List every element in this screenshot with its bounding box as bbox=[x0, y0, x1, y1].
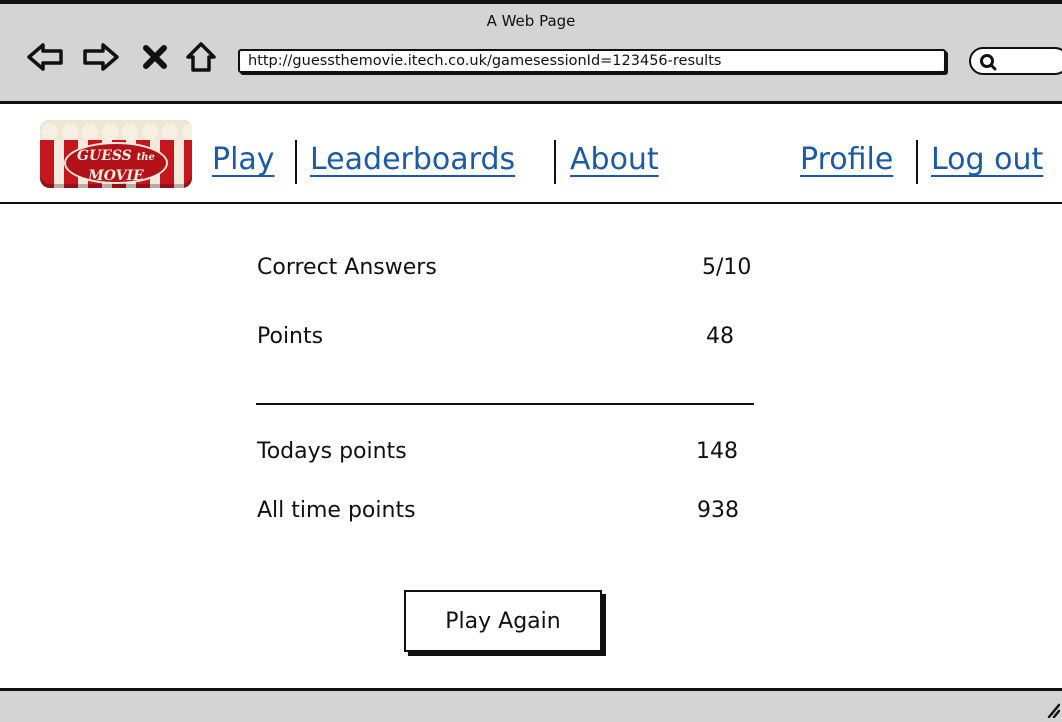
logo-text-movie: MOVIE bbox=[88, 168, 144, 184]
window-title: A Web Page bbox=[486, 12, 576, 30]
todays-points-value: 148 bbox=[696, 439, 738, 464]
all-time-points-value: 938 bbox=[697, 498, 739, 523]
browser-search-field[interactable] bbox=[969, 47, 1062, 75]
nav-separator bbox=[295, 140, 297, 184]
nav-separator bbox=[554, 140, 556, 184]
address-bar[interactable] bbox=[238, 49, 946, 73]
correct-answers-value: 5/10 bbox=[702, 255, 752, 280]
logo-text-guess: GUESS bbox=[77, 148, 132, 164]
home-button[interactable] bbox=[182, 38, 220, 76]
logo-text-the: the bbox=[136, 152, 155, 163]
logo-popcorn bbox=[40, 120, 192, 140]
results-divider bbox=[256, 403, 754, 405]
resize-grip-icon[interactable] bbox=[1046, 702, 1060, 718]
nav-profile-link[interactable]: Profile bbox=[800, 140, 893, 180]
browser-chrome: A Web Page bbox=[0, 0, 1062, 104]
logo-badge: GUESS the MOVIE bbox=[64, 142, 168, 184]
nav-play-link[interactable]: Play bbox=[212, 140, 275, 180]
browser-status-bar bbox=[0, 688, 1062, 722]
search-icon bbox=[980, 54, 997, 71]
all-time-points-label: All time points bbox=[257, 498, 416, 523]
back-arrow-icon bbox=[27, 43, 63, 71]
correct-answers-label: Correct Answers bbox=[257, 255, 437, 280]
site-logo[interactable]: GUESS the MOVIE bbox=[40, 120, 192, 188]
nav-logout-link[interactable]: Log out bbox=[931, 140, 1043, 180]
forward-button[interactable] bbox=[82, 38, 120, 76]
home-icon bbox=[186, 42, 216, 72]
todays-points-label: Todays points bbox=[257, 439, 407, 464]
stop-button[interactable] bbox=[136, 38, 174, 76]
points-value: 48 bbox=[706, 324, 734, 349]
back-button[interactable] bbox=[26, 38, 64, 76]
nav-separator bbox=[916, 140, 918, 184]
site-header: GUESS the MOVIE bbox=[0, 104, 1062, 204]
nav-leaderboards-link[interactable]: Leaderboards bbox=[310, 140, 515, 180]
points-label: Points bbox=[257, 324, 324, 349]
window-top-border bbox=[0, 0, 1062, 4]
nav-about-link[interactable]: About bbox=[570, 140, 659, 180]
close-icon bbox=[143, 45, 167, 69]
play-again-button[interactable]: Play Again bbox=[404, 590, 602, 652]
forward-arrow-icon bbox=[83, 43, 119, 71]
